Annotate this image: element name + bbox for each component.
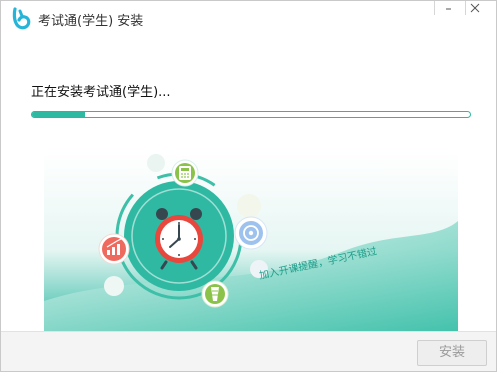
title-bar[interactable]: 考试通(学生) 安装 bbox=[1, 1, 496, 37]
chart-icon bbox=[98, 233, 130, 265]
pen-icon bbox=[201, 280, 229, 308]
install-progress-fill bbox=[32, 112, 85, 117]
install-status-text: 正在安装考试通(学生)... bbox=[31, 85, 171, 100]
faint-decoration bbox=[104, 276, 124, 296]
installer-window: 考试通(学生) 安装 正在安装考试通(学生)... 加入开课提醒，学习不错过 安… bbox=[0, 0, 497, 372]
minimize-icon[interactable] bbox=[421, 1, 451, 19]
promo-illustration: 加入开课提醒，学习不错过 bbox=[44, 151, 458, 331]
app-logo-icon bbox=[12, 7, 31, 30]
install-button[interactable]: 安装 bbox=[417, 340, 487, 366]
faint-decoration bbox=[237, 194, 261, 218]
faint-decoration bbox=[147, 154, 165, 172]
close-icon[interactable] bbox=[452, 1, 482, 19]
window-title: 考试通(学生) 安装 bbox=[38, 14, 144, 29]
calculator-icon bbox=[171, 159, 199, 187]
compass-icon bbox=[234, 216, 268, 250]
install-progress-bar bbox=[31, 111, 471, 118]
